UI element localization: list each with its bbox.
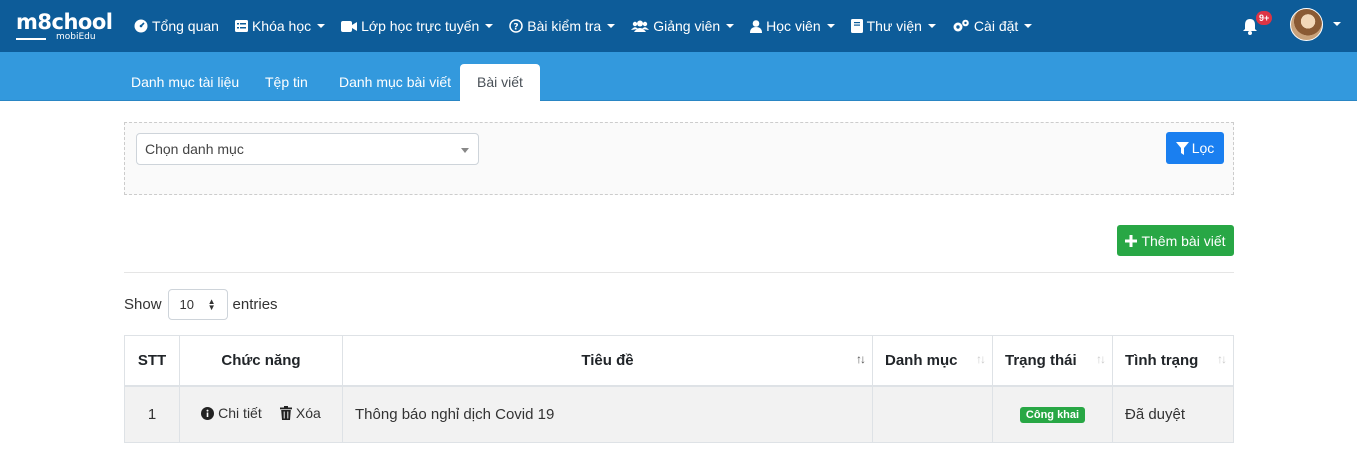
table-header-row: STT Chức năng Tiêu đề ↑↓ Danh mục ↑↓ Trạng… <box>124 335 1234 387</box>
trash-icon <box>279 405 292 420</box>
status-badge: Công khai <box>1019 407 1086 424</box>
updown-arrows-icon: ▲ ▼ <box>207 297 216 312</box>
nav-item-settings[interactable]: Cài đặt <box>952 18 1033 34</box>
col-state[interactable]: Tình trạng ↑↓ <box>1112 335 1234 387</box>
tab-posts[interactable]: Bài viết <box>460 64 540 101</box>
add-post-button[interactable]: Thêm bài viết <box>1117 225 1234 256</box>
add-post-label: Thêm bài viết <box>1141 232 1226 249</box>
plus-icon <box>1125 234 1138 247</box>
detail-label: Chi tiết <box>218 405 262 422</box>
question-circle-icon: ? <box>509 19 524 33</box>
nav-label: Học viên <box>766 18 821 34</box>
chevron-down-icon <box>826 24 835 28</box>
nav-item-teachers[interactable]: Giảng viên <box>631 18 735 34</box>
table-length-control: Show 10 ▲ ▼ entries <box>124 289 278 320</box>
chevron-down-icon <box>485 24 494 28</box>
page-length-value: 10 <box>179 297 194 312</box>
delete-button[interactable]: Xóa <box>279 404 321 421</box>
divider <box>124 272 1234 273</box>
sort-icon: ↑↓ <box>1217 352 1227 366</box>
logo-underline <box>16 38 46 40</box>
cell-title: Thông báo nghỉ dịch Covid 19 <box>342 385 873 443</box>
nav-item-students[interactable]: Học viên <box>750 18 835 34</box>
logo[interactable]: m8chool mobiEdu <box>16 10 113 42</box>
cogs-icon <box>953 19 969 32</box>
logo-subtext: mobiEdu <box>56 32 96 42</box>
chevron-down-icon <box>927 24 936 28</box>
chevron-down-icon <box>607 24 616 28</box>
filter-button[interactable]: Lọc <box>1166 132 1224 164</box>
header-label: Danh mục <box>885 351 958 369</box>
nav-item-online-class[interactable]: Lớp học trực tuyến <box>341 18 494 34</box>
info-icon <box>201 406 215 420</box>
chevron-down-icon[interactable] <box>1333 22 1341 26</box>
svg-text:?: ? <box>514 23 519 33</box>
nav-label: Giảng viên <box>653 18 721 34</box>
nav-item-tests[interactable]: ? Bài kiểm tra <box>509 18 616 34</box>
chevron-down-icon <box>1024 24 1033 28</box>
cell-stt: 1 <box>124 385 180 443</box>
category-select-placeholder: Chọn danh mục <box>145 141 244 157</box>
sort-icon: ↑↓ <box>1096 352 1106 366</box>
tab-files[interactable]: Tệp tin <box>248 64 325 101</box>
cell-category <box>872 385 993 443</box>
filter-button-label: Lọc <box>1191 140 1215 156</box>
nav-label: Cài đặt <box>973 18 1019 34</box>
show-label: Show <box>124 296 162 313</box>
header-label: Trạng thái <box>1005 351 1077 369</box>
delete-label: Xóa <box>295 404 321 421</box>
nav-label: Thư viện <box>866 18 922 34</box>
tab-post-categories[interactable]: Danh mục bài viết <box>322 64 468 101</box>
main-menu: Tổng quan Khóa học Lớp học trực tuyến ? … <box>134 0 1048 52</box>
category-select[interactable]: Chọn danh mục <box>136 133 479 165</box>
top-navbar: m8chool mobiEdu Tổng quan Khóa học Lớp h… <box>0 0 1357 52</box>
cell-state: Đã duyệt <box>1112 385 1234 443</box>
page-length-select[interactable]: 10 ▲ ▼ <box>167 289 228 320</box>
filter-icon <box>1175 141 1189 155</box>
nav-label: Bài kiểm tra <box>527 18 602 34</box>
detail-button[interactable]: Chi tiết <box>201 405 262 421</box>
table-row: 1 Chi tiết Xóa Thông báo nghỉ dịch Covid… <box>124 385 1234 443</box>
chevron-down-icon <box>726 24 735 28</box>
header-label: Chức năng <box>221 351 301 369</box>
header-label: STT <box>137 351 167 369</box>
sort-icon: ↑↓ <box>976 352 986 366</box>
col-category[interactable]: Danh mục ↑↓ <box>872 335 993 387</box>
nav-label: Tổng quan <box>152 18 219 34</box>
entries-label: entries <box>232 296 278 313</box>
dashboard-icon <box>134 19 148 33</box>
filter-panel: Chọn danh mục Lọc <box>124 122 1234 195</box>
avatar[interactable] <box>1290 8 1323 41</box>
book-icon <box>850 19 863 33</box>
notification-badge: 9+ <box>1256 11 1273 25</box>
logo-text: m8chool <box>16 10 113 34</box>
video-icon <box>341 20 358 32</box>
nav-label: Khóa học <box>251 18 312 34</box>
header-label: Tiêu đề <box>581 351 634 369</box>
chevron-down-icon <box>317 24 326 28</box>
sort-icon: ↑↓ <box>856 352 866 366</box>
header-label: Tình trạng <box>1125 351 1199 369</box>
nav-item-library[interactable]: Thư viện <box>850 18 936 34</box>
col-actions: Chức năng <box>179 335 343 387</box>
posts-table: STT Chức năng Tiêu đề ↑↓ Danh mục ↑↓ Trạng… <box>124 335 1234 443</box>
col-title[interactable]: Tiêu đề ↑↓ <box>342 335 873 387</box>
nav-item-overview[interactable]: Tổng quan <box>134 18 219 34</box>
users-icon <box>631 20 650 32</box>
col-status[interactable]: Trạng thái ↑↓ <box>992 335 1113 387</box>
list-icon <box>234 20 248 32</box>
chevron-down-icon <box>461 148 469 153</box>
nav-label: Lớp học trực tuyến <box>361 18 480 34</box>
tab-document-categories[interactable]: Danh mục tài liệu <box>114 64 256 101</box>
nav-item-courses[interactable]: Khóa học <box>234 18 326 34</box>
user-icon <box>750 19 763 33</box>
cell-status: Công khai <box>992 385 1113 443</box>
sub-navbar: Danh mục tài liệu Tệp tin Danh mục bài v… <box>0 52 1357 101</box>
cell-actions: Chi tiết Xóa <box>179 385 343 443</box>
col-stt[interactable]: STT <box>124 335 180 387</box>
